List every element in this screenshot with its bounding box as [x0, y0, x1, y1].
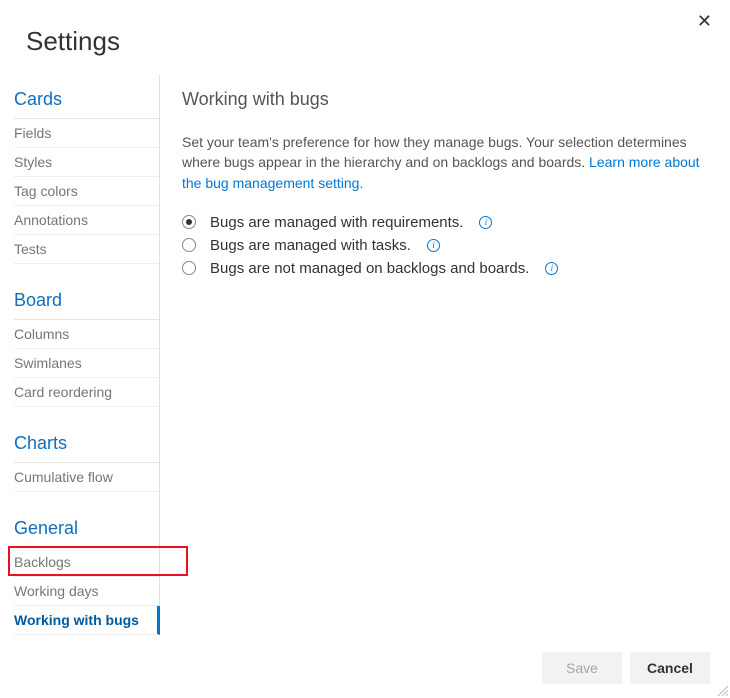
close-icon[interactable]: ✕ — [697, 12, 712, 30]
sidebar-item-annotations[interactable]: Annotations — [14, 206, 159, 235]
sidebar-section-general: General — [14, 510, 159, 548]
sidebar-section-cards: Cards — [14, 75, 159, 119]
option-tasks[interactable]: Bugs are managed with tasks. i — [182, 234, 706, 257]
sidebar-item-fields[interactable]: Fields — [14, 119, 159, 148]
content-description: Set your team's preference for how they … — [182, 132, 706, 193]
option-label: Bugs are managed with requirements. — [210, 214, 463, 231]
sidebar-item-tag-colors[interactable]: Tag colors — [14, 177, 159, 206]
option-label: Bugs are not managed on backlogs and boa… — [210, 260, 529, 277]
radio-icon[interactable] — [182, 215, 196, 229]
info-icon[interactable]: i — [479, 216, 492, 229]
sidebar-item-backlogs[interactable]: Backlogs — [14, 548, 159, 577]
save-button[interactable]: Save — [542, 652, 622, 684]
sidebar-item-working-days[interactable]: Working days — [14, 577, 159, 606]
sidebar-item-cumulative-flow[interactable]: Cumulative flow — [14, 463, 159, 492]
sidebar-section-charts: Charts — [14, 425, 159, 463]
sidebar: Cards Fields Styles Tag colors Annotatio… — [0, 75, 160, 633]
info-icon[interactable]: i — [545, 262, 558, 275]
option-requirements[interactable]: Bugs are managed with requirements. i — [182, 211, 706, 234]
sidebar-item-swimlanes[interactable]: Swimlanes — [14, 349, 159, 378]
option-not-managed[interactable]: Bugs are not managed on backlogs and boa… — [182, 257, 706, 280]
content-panel: Working with bugs Set your team's prefer… — [160, 75, 730, 633]
page-title: Settings — [0, 0, 730, 75]
resize-grip-icon[interactable] — [716, 684, 728, 696]
sidebar-item-card-reordering[interactable]: Card reordering — [14, 378, 159, 407]
sidebar-item-working-with-bugs[interactable]: Working with bugs — [14, 606, 160, 635]
sidebar-item-styles[interactable]: Styles — [14, 148, 159, 177]
footer: Save Cancel — [542, 652, 710, 684]
radio-icon[interactable] — [182, 261, 196, 275]
sidebar-item-columns[interactable]: Columns — [14, 320, 159, 349]
sidebar-item-tests[interactable]: Tests — [14, 235, 159, 264]
cancel-button[interactable]: Cancel — [630, 652, 710, 684]
radio-icon[interactable] — [182, 238, 196, 252]
info-icon[interactable]: i — [427, 239, 440, 252]
sidebar-section-board: Board — [14, 282, 159, 320]
option-label: Bugs are managed with tasks. — [210, 237, 411, 254]
content-title: Working with bugs — [182, 89, 706, 110]
